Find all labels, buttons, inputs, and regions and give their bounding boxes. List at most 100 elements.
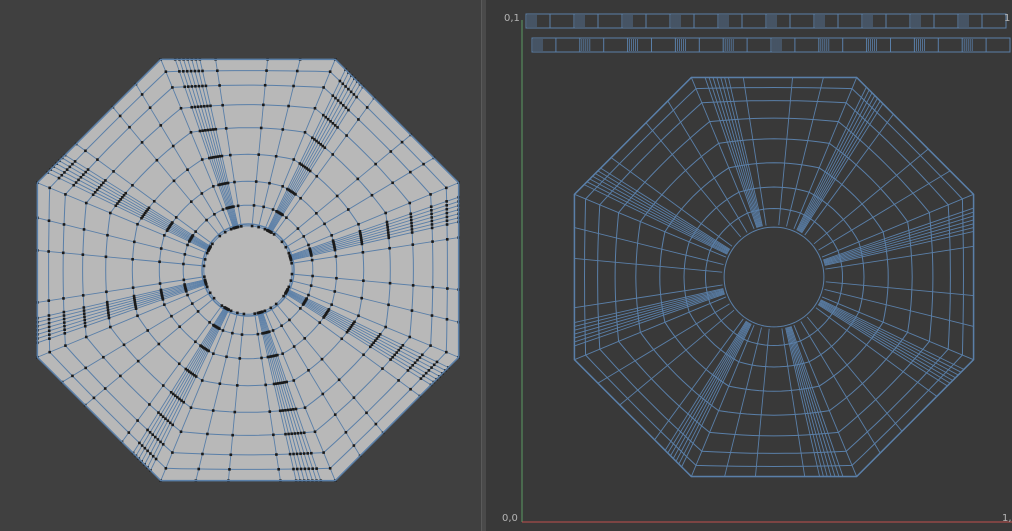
mesh-vertex[interactable]	[391, 355, 394, 359]
mesh-vertex[interactable]	[303, 131, 307, 134]
mesh-vertex[interactable]	[307, 243, 310, 247]
mesh-vertex[interactable]	[388, 246, 391, 250]
mesh-vertex[interactable]	[310, 451, 313, 455]
mesh-vertex[interactable]	[387, 303, 390, 307]
mesh-vertex[interactable]	[340, 337, 344, 341]
mesh-vertex[interactable]	[177, 362, 181, 366]
mesh-vertex[interactable]	[47, 321, 51, 325]
uv-layout[interactable]	[486, 0, 1012, 531]
mesh-vertex[interactable]	[208, 321, 211, 324]
mesh-vertex[interactable]	[302, 452, 306, 455]
mesh-vertex[interactable]	[186, 168, 189, 172]
mesh-vertex[interactable]	[416, 358, 419, 362]
mesh-vertex[interactable]	[171, 423, 174, 427]
mesh-vertex[interactable]	[189, 200, 193, 203]
mesh-vertex[interactable]	[386, 231, 390, 234]
mesh-vertex[interactable]	[57, 176, 61, 180]
mesh-vertex[interactable]	[229, 309, 233, 313]
mesh-vertex[interactable]	[430, 212, 433, 216]
mesh-vertex[interactable]	[346, 208, 350, 211]
mesh-vertex[interactable]	[445, 215, 449, 219]
mesh-vertex[interactable]	[302, 235, 306, 238]
mesh-vertex[interactable]	[103, 387, 107, 390]
mesh-vertex[interactable]	[91, 193, 95, 196]
mesh-vertex[interactable]	[218, 84, 221, 87]
mesh-vertex[interactable]	[211, 409, 215, 412]
mesh-vertex[interactable]	[153, 435, 157, 439]
mesh-vertex[interactable]	[221, 329, 225, 332]
mesh-vertex[interactable]	[148, 431, 152, 434]
mesh-vertex[interactable]	[418, 356, 422, 359]
mesh-vertex[interactable]	[240, 333, 244, 336]
mesh-vertex[interactable]	[169, 391, 173, 394]
mesh-vertex[interactable]	[201, 129, 204, 132]
mesh-vertex[interactable]	[271, 208, 275, 211]
mesh-vertex[interactable]	[107, 314, 110, 317]
mesh-vertex[interactable]	[152, 199, 156, 203]
mesh-vertex[interactable]	[178, 70, 181, 73]
mesh-vertex[interactable]	[84, 335, 88, 339]
mesh-vertex[interactable]	[292, 158, 296, 161]
mesh-vertex[interactable]	[287, 432, 290, 436]
mesh-vertex[interactable]	[159, 124, 163, 127]
mesh-vertex[interactable]	[159, 440, 162, 444]
mesh-vertex[interactable]	[92, 396, 96, 400]
mesh-vertex[interactable]	[292, 345, 296, 348]
mesh-vertex[interactable]	[197, 467, 201, 471]
mesh-vertex[interactable]	[432, 363, 436, 367]
uv-strip-island[interactable]	[525, 13, 1007, 29]
mesh-vertex[interactable]	[119, 374, 122, 378]
mesh-vertex[interactable]	[213, 212, 216, 216]
mesh-vertex[interactable]	[218, 382, 222, 385]
mesh-vertex[interactable]	[430, 209, 433, 212]
mesh-vertex[interactable]	[311, 274, 314, 278]
mesh-vertex[interactable]	[429, 193, 432, 196]
mesh-vertex[interactable]	[280, 324, 283, 328]
mesh-vertex[interactable]	[330, 303, 333, 306]
mesh-vertex[interactable]	[47, 219, 51, 223]
mesh-vertex[interactable]	[163, 234, 166, 237]
mesh-vertex[interactable]	[95, 188, 99, 192]
mesh-vertex[interactable]	[408, 201, 412, 205]
mesh-vertex[interactable]	[102, 355, 105, 359]
mesh-vertex[interactable]	[365, 106, 369, 109]
mesh-vertex[interactable]	[146, 449, 149, 453]
mesh-vertex[interactable]	[293, 432, 297, 435]
mesh-vertex[interactable]	[292, 408, 295, 411]
mesh-vertex[interactable]	[189, 131, 193, 134]
mesh-vertex[interactable]	[203, 104, 206, 108]
mesh-vertex[interactable]	[323, 146, 327, 149]
mesh-vertex[interactable]	[104, 255, 108, 259]
mesh-vertex[interactable]	[197, 69, 201, 73]
mesh-vertex[interactable]	[71, 374, 74, 378]
mesh-vertex[interactable]	[282, 294, 285, 298]
mesh-vertex[interactable]	[68, 165, 72, 169]
mesh-vertex[interactable]	[347, 108, 350, 112]
mesh-vertex[interactable]	[81, 253, 85, 256]
mesh-vertex[interactable]	[171, 221, 174, 224]
mesh-vertex[interactable]	[386, 228, 390, 232]
mesh-vertex[interactable]	[268, 181, 271, 185]
mesh-vertex[interactable]	[285, 216, 288, 219]
mesh-vertex[interactable]	[62, 314, 66, 317]
mesh-vertex[interactable]	[228, 468, 231, 471]
mesh-vertex[interactable]	[429, 205, 433, 208]
uv-editor[interactable]: 0,1 1 0,0 1,	[486, 0, 1012, 531]
mesh-vertex[interactable]	[47, 325, 51, 329]
mesh-vertex[interactable]	[170, 314, 173, 318]
mesh-vertex[interactable]	[281, 213, 284, 217]
mesh-vertex[interactable]	[203, 258, 207, 261]
mesh-vertex[interactable]	[315, 211, 318, 215]
mesh-vertex[interactable]	[287, 251, 291, 255]
mesh-vertex[interactable]	[93, 190, 97, 194]
mesh-vertex[interactable]	[272, 382, 276, 386]
mesh-vertex[interactable]	[231, 331, 234, 335]
mesh-vertex[interactable]	[151, 454, 155, 458]
mesh-vertex[interactable]	[252, 204, 256, 207]
mesh-vertex[interactable]	[203, 278, 207, 282]
mesh-vertex[interactable]	[171, 451, 174, 454]
mesh-vertex[interactable]	[360, 242, 364, 246]
mesh-vertex[interactable]	[299, 196, 302, 200]
mesh-vertex[interactable]	[133, 240, 136, 244]
mesh-vertex[interactable]	[100, 183, 103, 187]
